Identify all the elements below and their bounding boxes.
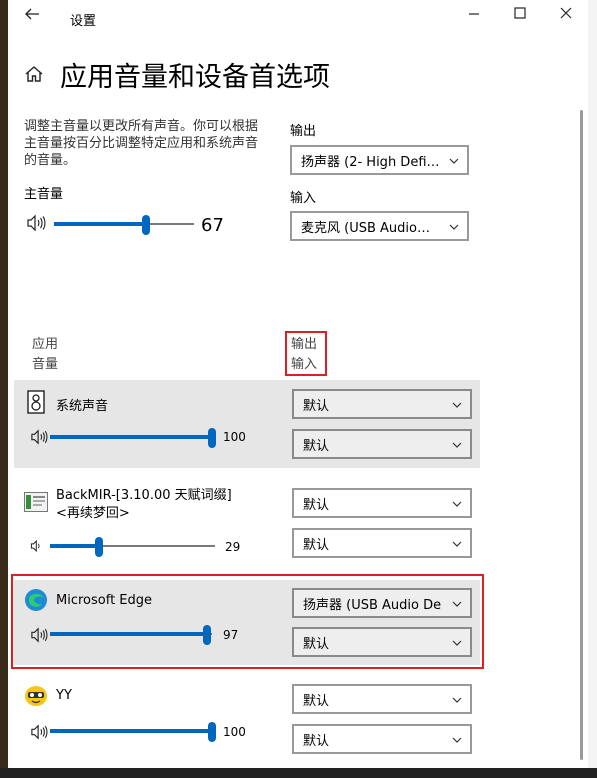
chevron-down-icon [452,541,462,547]
chevron-down-icon [452,442,462,448]
app-header-line1: 应用 [32,337,59,352]
minimize-button[interactable] [464,5,484,24]
backmir-name-line2: <再续梦回> [56,506,130,521]
input-device-value: 麦克风 (USB Audio… [301,220,430,236]
yy-input-dropdown[interactable]: 默认 [292,724,472,754]
chevron-down-icon [452,640,462,646]
edge-volume-slider[interactable] [50,624,212,645]
yy-volume-value: 100 [223,725,246,739]
chevron-down-icon [452,697,462,703]
window-title: 设置 [70,14,97,29]
edge-input-value: 默认 [303,636,330,652]
edge-output-value: 扬声器 (USB Audio De [303,597,442,613]
backmir-app-icon [24,492,48,512]
volume-header-line2: 音量 [32,357,59,372]
scrollbar[interactable] [580,110,583,760]
speaker-icon[interactable] [26,214,46,232]
input-device-dropdown[interactable]: 麦克风 (USB Audio… [290,211,469,241]
chevron-down-icon [452,601,462,607]
master-volume-slider[interactable] [54,214,194,235]
backmir-output-value: 默认 [303,497,330,513]
backmir-input-value: 默认 [303,537,330,553]
system-sounds-input-value: 默认 [303,438,330,454]
speaker-low-icon[interactable] [30,539,44,553]
chevron-down-icon [449,224,459,230]
back-button[interactable] [22,6,42,26]
yy-input-value: 默认 [303,733,330,749]
highlight-box-io-header [285,331,327,376]
settings-window: 设置 应用音量和设备首选项 调整主音量以更改所有声音。你可以根据主音量按百分比调… [8,0,588,768]
output-device-dropdown[interactable]: 扬声器 (2- High Defi… [290,145,469,175]
yy-volume-slider[interactable] [50,721,216,742]
close-icon [560,7,572,19]
yy-app-icon [25,686,47,706]
edge-icon [25,589,47,611]
backmir-volume-slider[interactable] [50,536,215,557]
system-sounds-volume-slider[interactable] [50,427,216,448]
edge-input-dropdown[interactable]: 默认 [292,627,472,657]
backmir-output-dropdown[interactable]: 默认 [292,488,472,518]
system-sounds-output-value: 默认 [303,398,330,414]
output-device-value: 扬声器 (2- High Defi… [301,154,440,170]
page-title: 应用音量和设备首选项 [60,62,330,93]
app-name-edge: Microsoft Edge [56,593,153,608]
yy-output-dropdown[interactable]: 默认 [292,684,472,714]
master-volume-value: 67 [201,215,224,236]
desktop-background-bottom [0,768,597,778]
output-label: 输出 [290,124,317,139]
system-sounds-input-dropdown[interactable]: 默认 [292,429,472,459]
home-icon[interactable] [24,64,44,88]
description-text: 调整主音量以更改所有声音。你可以根据主音量按百分比调整特定应用和系统声音的音量。 [24,119,259,168]
minimize-icon [469,13,479,15]
chevron-down-icon [452,402,462,408]
yy-output-value: 默认 [303,693,330,709]
chevron-down-icon [449,158,459,164]
maximize-button[interactable] [510,5,530,24]
speaker-icon[interactable] [30,627,48,643]
desktop-background-right [587,0,597,778]
edge-volume-value: 97 [223,628,239,642]
edge-output-dropdown[interactable]: 扬声器 (USB Audio De [292,588,472,618]
backmir-volume-value: 29 [225,540,241,554]
master-volume-label: 主音量 [24,187,64,202]
backmir-input-dropdown[interactable]: 默认 [292,528,472,558]
speaker-icon[interactable] [30,724,48,740]
desktop-background-left [0,0,8,778]
system-sounds-volume-value: 100 [223,430,246,444]
system-sounds-icon [27,390,45,414]
chevron-down-icon [452,501,462,507]
app-name-system-sounds: 系统声音 [56,399,109,414]
system-sounds-output-dropdown[interactable]: 默认 [292,389,472,419]
maximize-icon [514,7,526,19]
app-name-yy: YY [56,688,72,703]
backmir-name-line1: BackMIR-[3.10.00 天赋词缀] [56,488,232,503]
app-name-backmir: BackMIR-[3.10.00 天赋词缀] <再续梦回> [56,487,232,523]
speaker-icon[interactable] [30,429,48,445]
input-label: 输入 [290,191,317,206]
close-button[interactable] [556,5,576,24]
back-arrow-icon [25,8,39,20]
chevron-down-icon [452,737,462,743]
apps-column-header: 应用 音量 [32,335,58,375]
